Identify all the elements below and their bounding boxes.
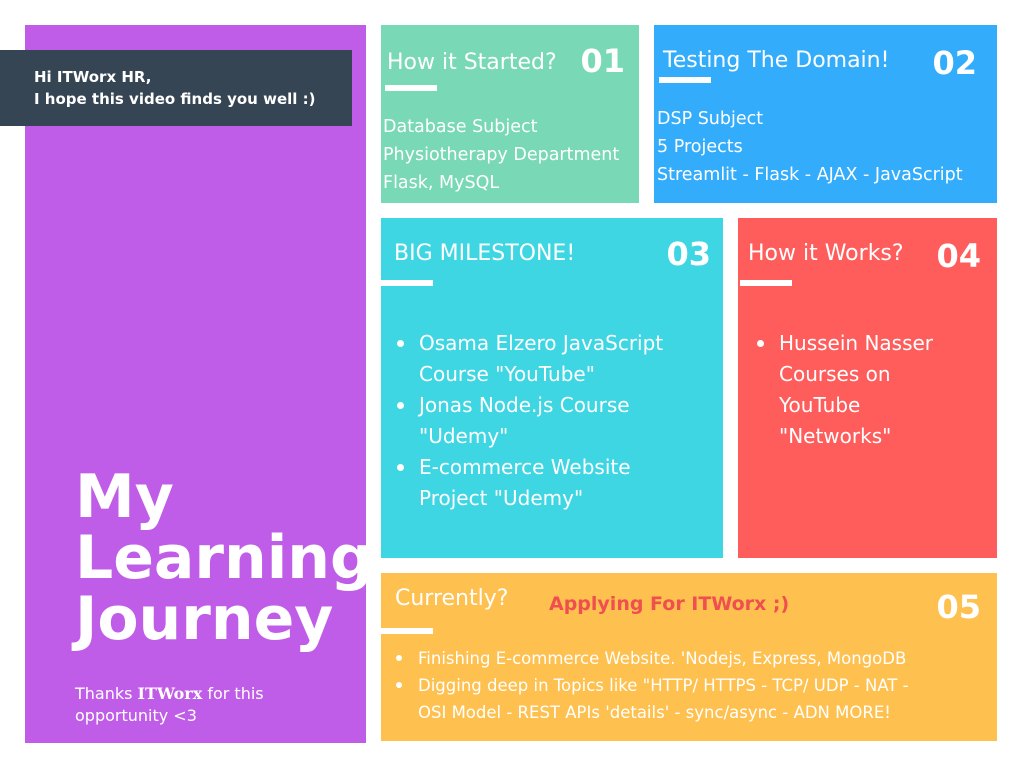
panel-big-milestone: BIG MILESTONE! 03 Osama Elzero JavaScrip…	[381, 218, 723, 558]
greeting-banner: Hi ITWorx HR, I hope this video finds yo…	[0, 50, 352, 126]
thanks-line2: opportunity <3	[75, 706, 197, 725]
greeting-line1: Hi ITWorx HR,	[34, 68, 152, 86]
panel-currently: Currently? Applying For ITWorx ;) 05 Fin…	[381, 573, 997, 741]
title-underline	[385, 85, 437, 91]
main-title: My Learning Journey	[75, 467, 366, 650]
panel-lines: DSP Subject 5 Projects Streamlit - Flask…	[657, 105, 963, 189]
main-title-line: Learning	[75, 523, 366, 593]
panel-number: 03	[666, 235, 711, 273]
panel-title: How it Started?	[387, 50, 557, 75]
panel-line: Physiotherapy Department	[383, 145, 620, 165]
milestone-list: Osama Elzero JavaScript Course "YouTube" …	[394, 328, 663, 514]
thanks-note: Thanks ITWorx for this opportunity <3	[75, 683, 264, 727]
panel-title: How it Works?	[748, 241, 904, 266]
list-item: Finishing E-commerce Website. 'Nodejs, E…	[393, 645, 909, 672]
panel-number: 01	[580, 42, 625, 80]
panel-title: Testing The Domain!	[663, 48, 890, 73]
panel-line: Flask, MySQL	[383, 173, 500, 193]
greeting-line2: I hope this video finds you well :)	[34, 90, 316, 108]
panel-line: DSP Subject	[657, 109, 764, 129]
panel-number: 04	[936, 237, 981, 275]
list-item: Osama Elzero JavaScript Course "YouTube"	[394, 328, 663, 390]
panel-testing-the-domain: Testing The Domain! 02 DSP Subject 5 Pro…	[654, 25, 997, 203]
list-item: Hussein Nasser Courses on YouTube "Networks…	[754, 328, 933, 452]
panel-how-it-started: How it Started? 01 Database Subject Phys…	[381, 25, 639, 203]
title-underline	[381, 628, 433, 634]
thanks-brand: ITWorx	[137, 684, 203, 703]
title-underline	[740, 280, 792, 286]
panel-number: 02	[932, 44, 977, 82]
status-highlight: Applying For ITWorx ;)	[549, 593, 790, 615]
panel-line: 5 Projects	[657, 137, 743, 157]
list-item: Jonas Node.js Course "Udemy"	[394, 390, 663, 452]
panel-number: 05	[936, 588, 981, 626]
works-list: Hussein Nasser Courses on YouTube "Networks…	[754, 328, 933, 452]
panel-line: Database Subject	[383, 117, 538, 137]
panel-line: Streamlit - Flask - AJAX - JavaScript	[657, 165, 963, 185]
panel-lines: Database Subject Physiotherapy Departmen…	[383, 113, 619, 197]
main-title-line: My	[75, 462, 174, 532]
title-underline	[659, 77, 711, 83]
list-item: E-commerce Website Project "Udemy"	[394, 452, 663, 514]
panel-title: BIG MILESTONE!	[394, 241, 576, 266]
thanks-prefix: Thanks	[75, 684, 138, 703]
panel-how-it-works: How it Works? 04 Hussein Nasser Courses o…	[738, 218, 997, 558]
main-title-line: Journey	[75, 584, 334, 654]
thanks-suffix: for this	[202, 684, 264, 703]
title-underline	[381, 280, 433, 286]
panel-title: Currently?	[395, 586, 509, 611]
current-list: Finishing E-commerce Website. 'Nodejs, E…	[393, 645, 909, 726]
list-item: Digging deep in Topics like "HTTP/ HTTPS…	[393, 672, 909, 726]
title-panel: My Learning Journey Thanks ITWorx for th…	[25, 25, 366, 743]
